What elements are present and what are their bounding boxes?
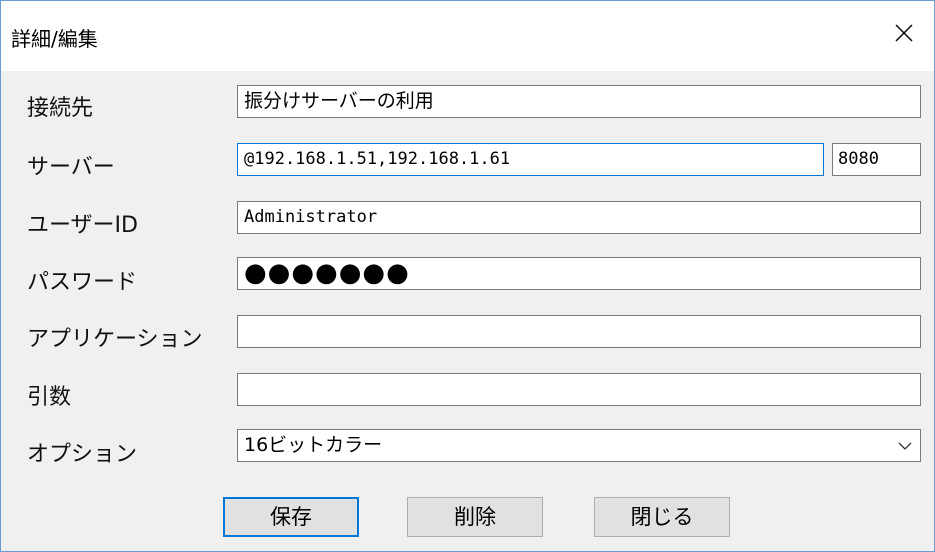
arguments-input[interactable] xyxy=(237,373,921,406)
user-id-input[interactable]: Administrator xyxy=(237,201,921,234)
options-selected-value: 16ビットカラー xyxy=(244,434,383,456)
port-input[interactable]: 8080 xyxy=(832,143,921,176)
options-select[interactable]: 16ビットカラー xyxy=(237,429,921,462)
options-label: オプション xyxy=(27,442,138,467)
password-input[interactable]: ●●●●●●● xyxy=(237,257,921,290)
password-label: パスワード xyxy=(27,270,138,295)
close-icon xyxy=(895,24,913,42)
server-label: サーバー xyxy=(27,155,115,180)
delete-button[interactable]: 削除 xyxy=(407,497,543,537)
save-button[interactable]: 保存 xyxy=(223,497,359,537)
chevron-down-icon[interactable] xyxy=(898,441,912,451)
close-window-button[interactable] xyxy=(882,11,926,55)
user-id-label: ユーザーID xyxy=(27,213,138,238)
dialog-window: 詳細/編集 接続先 振分けサーバーの利用 サーバー @192.168.1.51,… xyxy=(0,0,935,552)
window-title: 詳細/編集 xyxy=(11,27,98,51)
title-bar: 詳細/編集 xyxy=(1,1,934,71)
arguments-label: 引数 xyxy=(27,385,72,410)
application-input[interactable] xyxy=(237,315,921,348)
connection-label: 接続先 xyxy=(27,96,94,121)
close-button[interactable]: 閉じる xyxy=(594,497,730,537)
server-input[interactable]: @192.168.1.51,192.168.1.61 xyxy=(237,143,824,176)
application-label: アプリケーション xyxy=(27,327,203,352)
connection-field[interactable]: 振分けサーバーの利用 xyxy=(237,85,921,118)
